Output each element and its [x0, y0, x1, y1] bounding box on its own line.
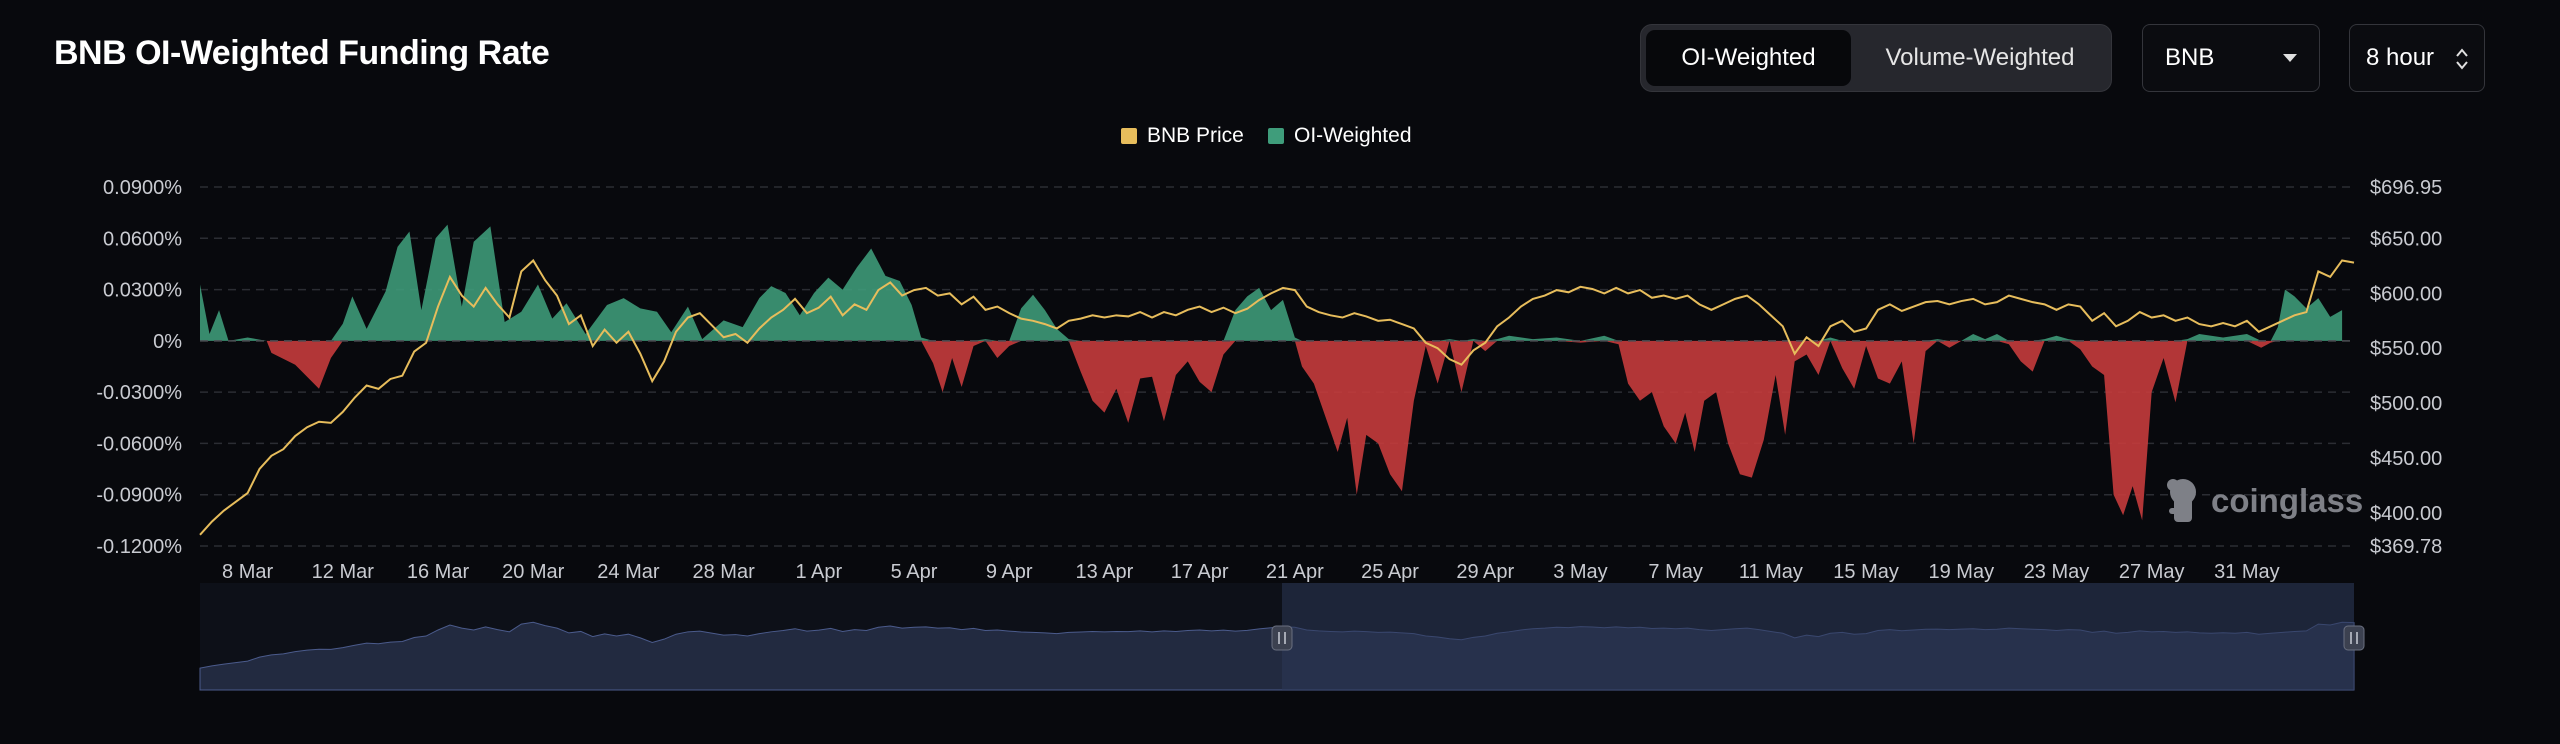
price-line	[199, 258, 2355, 536]
right-tick-label: $600.00	[2370, 283, 2442, 305]
watermark-text: coinglass	[2211, 482, 2363, 519]
right-tick-label: $369.78	[2370, 536, 2442, 558]
x-tick-label: 21 Apr	[1266, 561, 1324, 583]
x-tick-label: 20 Mar	[502, 561, 565, 583]
left-tick-label: 0.0300%	[103, 280, 182, 302]
x-tick-label: 3 May	[1553, 561, 1607, 583]
x-tick-label: 29 Apr	[1456, 561, 1514, 583]
positive-funding-area	[200, 224, 2343, 341]
right-tick-label: $450.00	[2370, 448, 2442, 470]
x-tick-label: 5 Apr	[891, 561, 938, 583]
x-tick-label: 11 May	[1739, 561, 1803, 583]
left-tick-label: 0.0900%	[103, 177, 182, 199]
x-tick-label: 25 Apr	[1361, 561, 1419, 583]
left-axis: 0.0900% 0.0600% 0.0300% 0% -0.0300% -0.0600% -…	[96, 177, 182, 558]
right-tick-label: $696.95	[2370, 177, 2442, 199]
navigator-handle-left[interactable]	[1271, 625, 1293, 651]
left-tick-label: -0.0900%	[96, 485, 182, 507]
x-tick-label: 1 Apr	[795, 561, 842, 583]
x-axis: 8 Mar 12 Mar 16 Mar 20 Mar 24 Mar 28 Mar 1 Apr…	[222, 561, 2280, 583]
left-tick-label: 0%	[153, 331, 182, 353]
left-tick-label: -0.0600%	[96, 433, 182, 455]
x-tick-label: 31 May	[2214, 561, 2280, 583]
x-tick-label: 28 Mar	[692, 561, 755, 583]
x-tick-label: 23 May	[2024, 561, 2090, 583]
right-tick-label: $550.00	[2370, 338, 2442, 360]
x-tick-label: 24 Mar	[597, 561, 660, 583]
x-tick-label: 15 May	[1833, 561, 1899, 583]
x-tick-label: 16 Mar	[407, 561, 470, 583]
funding-rate-chart: 0.0900% 0.0600% 0.0300% 0% -0.0300% -0.0600% -…	[96, 177, 2442, 691]
right-tick-label: $500.00	[2370, 393, 2442, 415]
handle-body	[1271, 625, 1293, 651]
watermark: coinglass	[2167, 479, 2363, 522]
x-tick-label: 9 Apr	[986, 561, 1033, 583]
left-tick-label: -0.1200%	[96, 536, 182, 558]
navigator-selected-range	[1282, 583, 2354, 690]
x-tick-label: 17 Apr	[1171, 561, 1229, 583]
x-tick-label: 13 Apr	[1076, 561, 1134, 583]
negative-funding-area	[200, 340, 2343, 521]
right-tick-label: $650.00	[2370, 229, 2442, 251]
price-line-path	[199, 258, 2355, 536]
x-tick-label: 8 Mar	[222, 561, 273, 583]
range-navigator	[199, 583, 2365, 691]
x-tick-label: 12 Mar	[312, 561, 375, 583]
coinglass-logo-icon	[2167, 479, 2196, 522]
left-tick-label: -0.0300%	[96, 382, 182, 404]
navigator-handle-right[interactable]	[2343, 625, 2365, 651]
left-tick-label: 0.0600%	[103, 228, 182, 250]
right-axis: $696.95 $650.00 $600.00 $550.00 $500.00 $450.…	[2370, 177, 2442, 558]
x-tick-label: 19 May	[1928, 561, 1994, 583]
handle-body	[2343, 625, 2365, 651]
x-tick-label: 7 May	[1648, 561, 1702, 583]
right-tick-label: $400.00	[2370, 503, 2442, 525]
x-tick-label: 27 May	[2119, 561, 2185, 583]
